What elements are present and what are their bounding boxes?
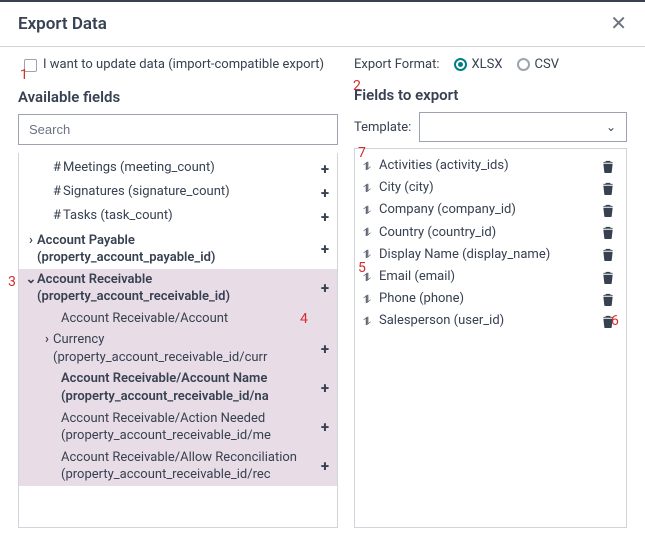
- update-data-checkbox[interactable]: [24, 59, 37, 72]
- template-label: Template:: [354, 120, 411, 135]
- field-ap[interactable]: ›Account Payable (property_account_payab…: [19, 230, 337, 269]
- export-format-label: Export Format:: [354, 57, 440, 72]
- expand-icon[interactable]: ›: [25, 232, 37, 250]
- export-fields-list: ⥮ Activities (activity_ids) ⥮ City (city) ⥮ C…: [354, 148, 627, 528]
- export-format-row: Export Format: XLSX CSV: [354, 57, 627, 72]
- drag-handle-icon[interactable]: ⥮: [363, 294, 375, 305]
- export-field-display_name[interactable]: ⥮ Display Name (display_name): [359, 244, 622, 266]
- remove-field-button[interactable]: [602, 182, 618, 195]
- drag-handle-icon[interactable]: ⥮: [363, 161, 375, 172]
- export-field-label: City (city): [379, 179, 602, 197]
- export-dialog: Export Data ✕ I want to update data (imp…: [0, 0, 645, 533]
- field-label: Tasks (task_count): [63, 207, 317, 225]
- field-signatures[interactable]: #Signatures (signature_count)+: [19, 181, 337, 205]
- chevron-down-icon: ⌄: [606, 120, 616, 134]
- remove-field-button[interactable]: [602, 204, 618, 217]
- drag-handle-icon[interactable]: ⥮: [363, 249, 375, 260]
- drag-handle-icon[interactable]: ⥮: [363, 272, 375, 283]
- format-xlsx-label: XLSX: [472, 57, 503, 72]
- field-tasks[interactable]: #Tasks (task_count)+: [19, 205, 337, 229]
- remove-field-button[interactable]: [602, 271, 618, 284]
- export-field-label: Salesperson (user_id): [379, 312, 602, 330]
- export-field-phone[interactable]: ⥮ Phone (phone): [359, 288, 622, 310]
- field-prefix: #: [53, 159, 61, 177]
- export-field-label: Phone (phone): [379, 290, 602, 308]
- drag-handle-icon[interactable]: ⥮: [363, 316, 375, 327]
- add-field-button[interactable]: +: [317, 456, 333, 476]
- radio-xlsx-icon: [454, 58, 467, 71]
- field-ar-name[interactable]: Account Receivable/Account Name (propert…: [19, 368, 337, 407]
- export-field-email[interactable]: ⥮ Email (email): [359, 266, 622, 288]
- remove-field-button[interactable]: [602, 315, 618, 328]
- field-label: Signatures (signature_count): [63, 183, 317, 201]
- drag-handle-icon[interactable]: ⥮: [363, 227, 375, 238]
- add-field-button[interactable]: +: [317, 278, 333, 298]
- add-field-button[interactable]: +: [317, 339, 333, 359]
- field-label: Account Receivable/Allow Reconciliation …: [61, 449, 317, 484]
- add-field-button[interactable]: +: [317, 183, 333, 203]
- field-label: Account Receivable/Account: [61, 310, 333, 328]
- template-row: Template: ⌄: [354, 112, 627, 142]
- field-label: Account Payable (property_account_payabl…: [37, 232, 317, 267]
- field-ar-curr[interactable]: ›Currency (property_account_receivable_i…: [19, 329, 337, 368]
- close-button[interactable]: ✕: [610, 14, 627, 34]
- add-field-button[interactable]: +: [317, 239, 333, 259]
- dialog-body: I want to update data (import-compatible…: [0, 47, 645, 528]
- field-prefix: #: [53, 207, 61, 225]
- field-label: Meetings (meeting_count): [63, 159, 317, 177]
- remove-field-button[interactable]: [602, 226, 618, 239]
- radio-csv-icon: [517, 58, 530, 71]
- right-column: Export Format: XLSX CSV Fields to export…: [354, 57, 627, 528]
- field-label: Currency (property_account_receivable_id…: [53, 331, 317, 366]
- format-csv-label: CSV: [535, 57, 559, 72]
- export-field-activities[interactable]: ⥮ Activities (activity_ids): [359, 155, 622, 177]
- field-label: Account Receivable (property_account_rec…: [37, 271, 317, 306]
- export-field-label: Country (country_id): [379, 224, 602, 242]
- export-field-company[interactable]: ⥮ Company (company_id): [359, 199, 622, 221]
- export-field-city[interactable]: ⥮ City (city): [359, 177, 622, 199]
- update-data-row: I want to update data (import-compatible…: [24, 57, 338, 74]
- available-fields-title: Available fields: [18, 88, 338, 106]
- add-field-button[interactable]: +: [317, 207, 333, 227]
- field-ar[interactable]: ⌄Account Receivable (property_account_re…: [19, 269, 337, 308]
- export-field-label: Company (company_id): [379, 201, 602, 219]
- remove-field-button[interactable]: [602, 293, 618, 306]
- field-label: Account Receivable/Action Needed (proper…: [61, 410, 317, 445]
- available-fields-tree-wrap: #Meetings (meeting_count)+#Signatures (s…: [18, 153, 338, 528]
- add-field-button[interactable]: +: [317, 417, 333, 437]
- field-ar-allow[interactable]: Account Receivable/Allow Reconciliation …: [19, 447, 337, 486]
- search-input[interactable]: [18, 114, 338, 145]
- export-field-label: Display Name (display_name): [379, 246, 602, 264]
- export-field-label: Activities (activity_ids): [379, 157, 602, 175]
- template-select[interactable]: ⌄: [419, 112, 627, 142]
- left-column: I want to update data (import-compatible…: [18, 57, 338, 528]
- field-ar-action[interactable]: Account Receivable/Action Needed (proper…: [19, 408, 337, 447]
- available-fields-tree[interactable]: #Meetings (meeting_count)+#Signatures (s…: [19, 153, 337, 527]
- expand-icon[interactable]: ›: [41, 331, 53, 349]
- field-meetings[interactable]: #Meetings (meeting_count)+: [19, 157, 337, 181]
- fields-to-export-title: Fields to export: [354, 86, 627, 104]
- drag-handle-icon[interactable]: ⥮: [363, 205, 375, 216]
- field-ar-acc[interactable]: Account Receivable/Account: [19, 308, 337, 330]
- format-csv-option[interactable]: CSV: [517, 57, 559, 72]
- drag-handle-icon[interactable]: ⥮: [363, 183, 375, 194]
- export-field-label: Email (email): [379, 268, 602, 286]
- expanded-group: ⌄Account Receivable (property_account_re…: [19, 269, 337, 486]
- format-xlsx-option[interactable]: XLSX: [454, 57, 503, 72]
- dialog-header: Export Data ✕: [0, 2, 645, 47]
- dialog-title: Export Data: [18, 14, 107, 34]
- add-field-button[interactable]: +: [317, 159, 333, 179]
- export-field-country[interactable]: ⥮ Country (country_id): [359, 222, 622, 244]
- remove-field-button[interactable]: [602, 160, 618, 173]
- expand-icon[interactable]: ⌄: [25, 271, 37, 289]
- field-label: Account Receivable/Account Name (propert…: [61, 370, 317, 405]
- remove-field-button[interactable]: [602, 248, 618, 261]
- export-field-salesperson[interactable]: ⥮ Salesperson (user_id): [359, 310, 622, 332]
- add-field-button[interactable]: +: [317, 378, 333, 398]
- field-prefix: #: [53, 183, 61, 201]
- update-data-label: I want to update data (import-compatible…: [43, 57, 324, 74]
